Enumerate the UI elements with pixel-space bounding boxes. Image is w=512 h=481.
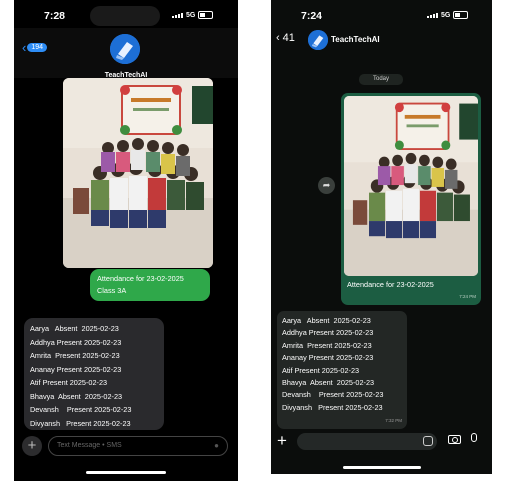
contact-avatar[interactable]	[308, 30, 328, 50]
attendance-row: Aarya Absent 2025-02-23	[282, 316, 371, 325]
attendance-row: Aarya Absent 2025-02-23	[30, 324, 119, 333]
battery-icon	[453, 11, 469, 19]
attendance-row: Atif Present 2025-02-23	[282, 365, 360, 375]
attendance-row: Addhya Present 2025-02-23	[30, 337, 122, 347]
contact-name[interactable]: TeachTechAI	[331, 35, 380, 44]
attendance-row: Devansh Present 2025-02-23	[282, 390, 384, 400]
attendance-row: Atif Present 2025-02-23	[30, 378, 108, 387]
back-button[interactable]: ‹ 41	[276, 32, 295, 44]
camera-icon[interactable]	[448, 435, 461, 444]
message-time: 7:24 PM	[459, 294, 476, 299]
status-bar: 7:28 5G	[14, 0, 238, 28]
signal-icon	[427, 12, 438, 18]
mic-icon[interactable]	[471, 433, 477, 442]
home-indicator	[343, 466, 421, 469]
home-indicator	[86, 471, 166, 474]
status-bar: 7:24 5G	[271, 0, 492, 28]
unread-count: 41	[282, 32, 295, 44]
compose-bar: +	[271, 430, 492, 454]
attendance-row: Bhavya Absent 2025-02-23	[30, 391, 123, 401]
right-phone-screen: 7:24 5G ‹ 41 TeachTechAI Today ➦ Attenda…	[271, 0, 492, 474]
attendance-row: Amrita Present 2025-02-23	[30, 351, 120, 360]
forward-icon[interactable]: ➦	[318, 177, 335, 194]
attendance-photo[interactable]	[63, 78, 213, 268]
battery-icon	[198, 11, 214, 19]
status-time: 7:24	[301, 10, 323, 22]
sent-line: Class 3A	[97, 285, 127, 295]
message-input[interactable]	[297, 433, 437, 450]
network-label: 5G	[441, 11, 451, 19]
back-chevron-icon: ‹	[22, 40, 27, 55]
attendance-row: Divyansh Present 2025-02-23	[30, 418, 131, 428]
back-button[interactable]: ‹ 194	[22, 40, 48, 55]
media-message-bubble[interactable]: Attendance for 23-02-2025 7:24 PM	[341, 93, 481, 305]
attendance-row: Devansh Present 2025-02-23	[30, 405, 132, 414]
attendance-row: Amrita Present 2025-02-23	[282, 340, 372, 350]
message-placeholder: Text Message • SMS	[57, 442, 122, 449]
plus-icon[interactable]: +	[277, 431, 287, 451]
mic-icon[interactable]: ●	[214, 441, 219, 450]
attendance-list-bubble[interactable]: Aarya Absent 2025-02-23 Addhya Present 2…	[277, 311, 407, 429]
status-icons: 5G	[172, 11, 214, 19]
contact-avatar[interactable]	[110, 34, 140, 64]
network-label: 5G	[186, 11, 196, 19]
attendance-row: Addhya Present 2025-02-23	[282, 328, 374, 338]
attendance-row: Ananay Present 2025-02-23	[30, 364, 122, 374]
attendance-row: Bhavya Absent 2025-02-23	[282, 378, 375, 388]
sent-message-bubble[interactable]: Attendance for 23-02-2025 Class 3A	[90, 269, 210, 301]
message-time: 7:32 PM	[385, 417, 402, 423]
compose-bar: + Text Message • SMS ●	[14, 432, 238, 462]
attendance-photo[interactable]	[344, 96, 478, 276]
attendance-row: Divyansh Present 2025-02-23	[282, 402, 383, 412]
date-separator: Today	[359, 74, 403, 85]
attendance-row: Ananay Present 2025-02-23	[282, 353, 374, 363]
chat-header: ‹ 41 TeachTechAI	[271, 28, 492, 54]
conversation-header: ‹ 194 TeachTechAI	[14, 28, 238, 79]
dynamic-island	[90, 6, 160, 26]
back-chevron-icon: ‹	[276, 32, 280, 44]
unread-count-badge: 194	[27, 43, 48, 52]
media-caption: Attendance for 23-02-2025	[347, 280, 434, 289]
status-time: 7:28	[44, 10, 66, 22]
status-icons: 5G	[427, 11, 469, 19]
message-input[interactable]: Text Message • SMS ●	[48, 436, 228, 456]
plus-icon[interactable]: +	[22, 436, 42, 456]
sticker-icon[interactable]	[423, 436, 433, 446]
signal-icon	[172, 12, 183, 18]
left-phone-screen: 7:28 5G ‹ 194 TeachTechAI Attendance for…	[14, 0, 238, 481]
attendance-list-bubble[interactable]: Aarya Absent 2025-02-23 Addhya Present 2…	[24, 318, 164, 430]
